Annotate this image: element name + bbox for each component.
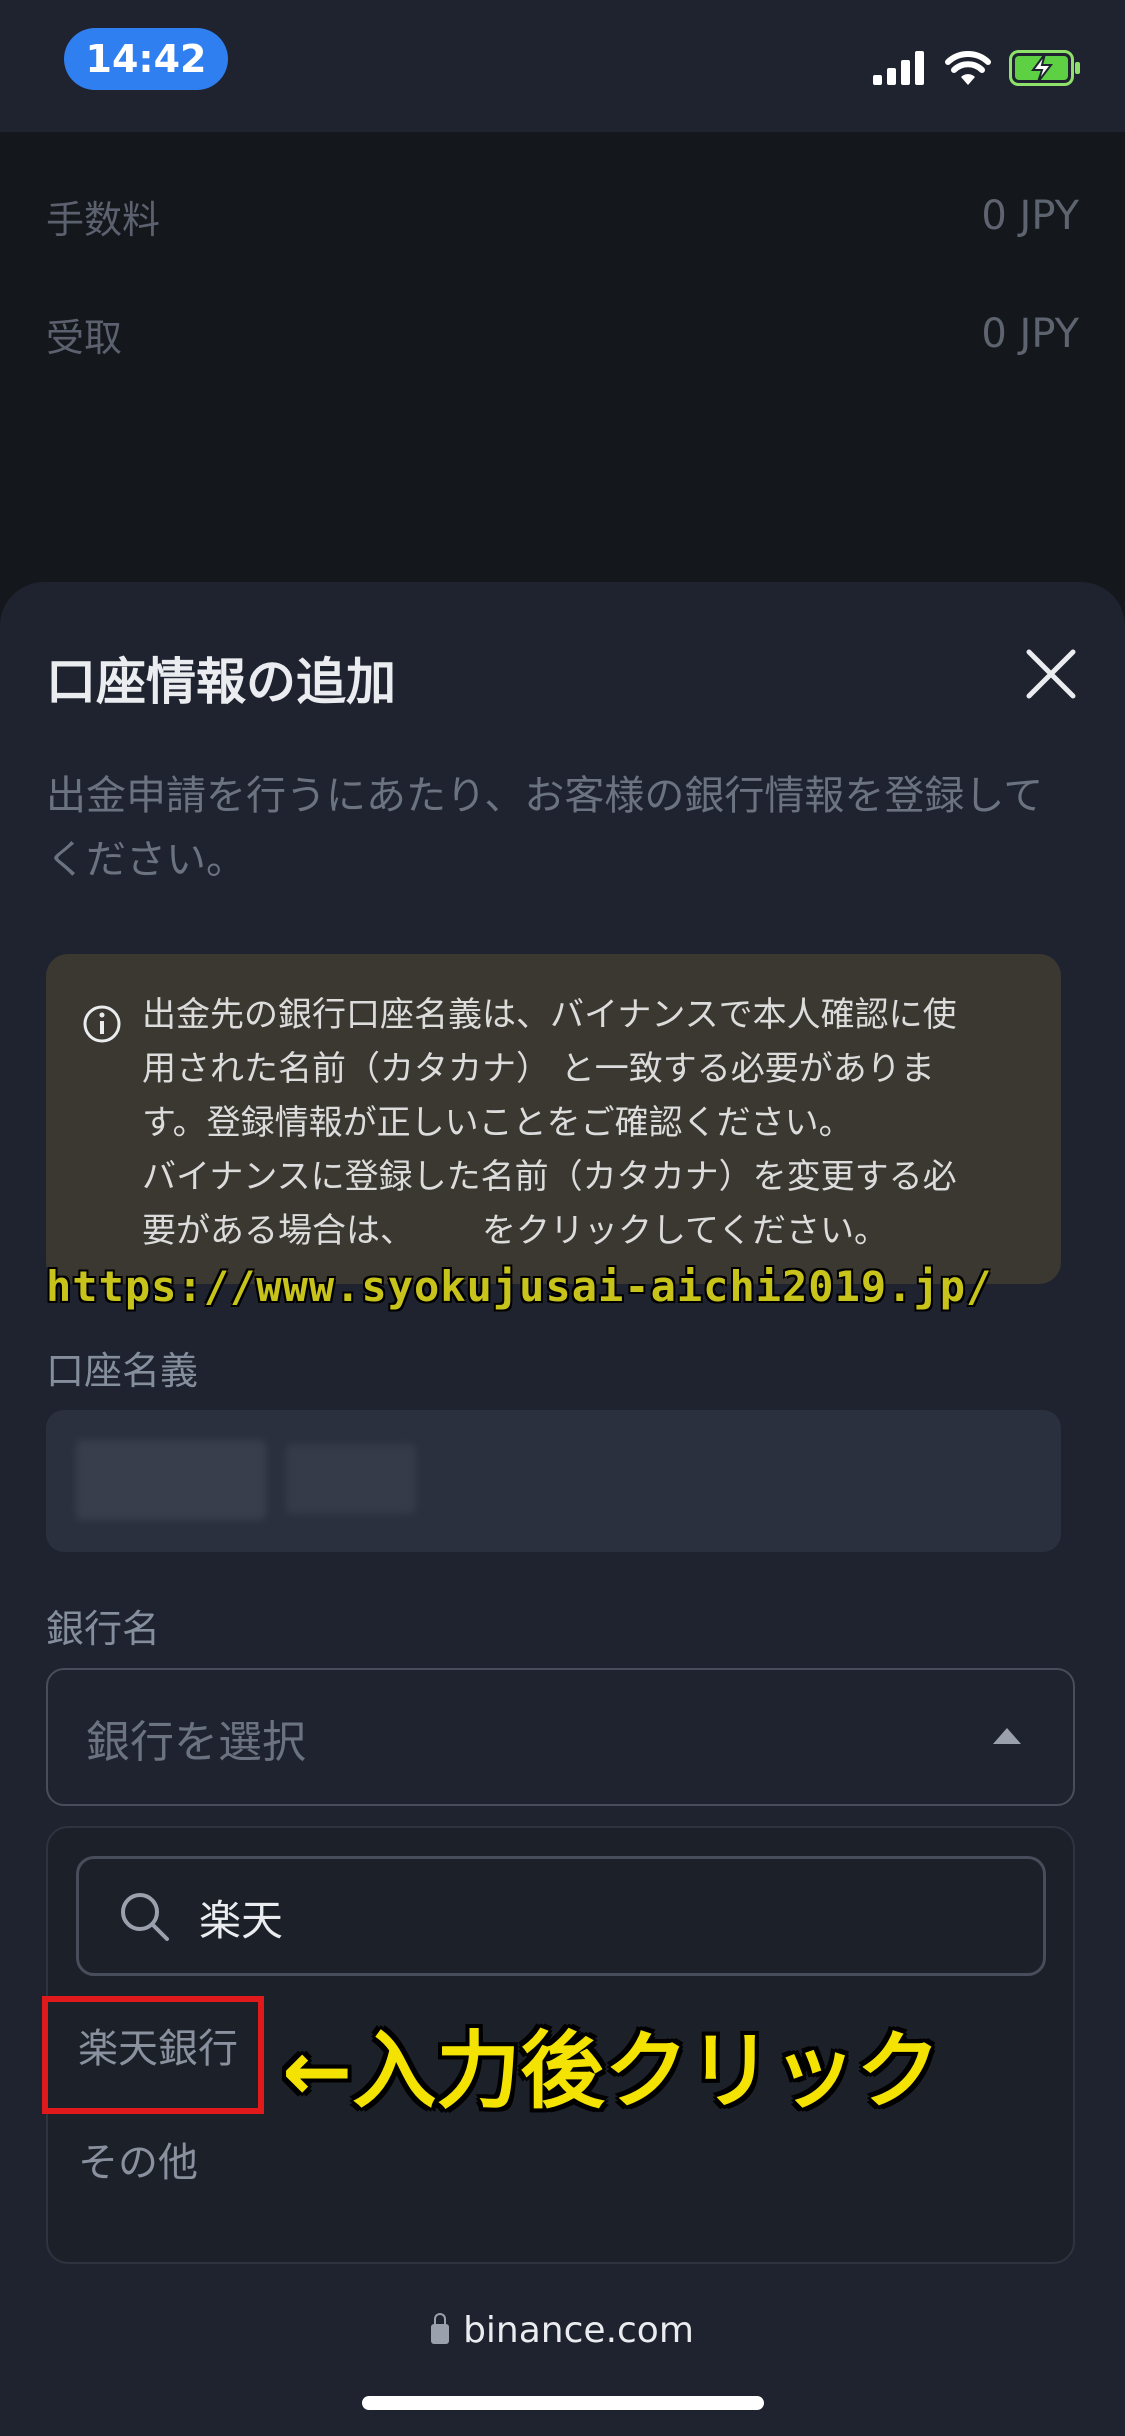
wifi-icon: [945, 51, 991, 85]
highlight-box: [42, 1996, 264, 2114]
receive-label: 受取: [46, 315, 123, 360]
sheet-description: 出金申請を行うにあたり、お客様の銀行情報を登録してください。: [46, 773, 1044, 883]
receive-value: 0 JPY: [981, 311, 1079, 357]
change-name-link[interactable]: ここ: [414, 1211, 482, 1251]
fee-label: 手数料: [46, 197, 161, 242]
notice-line: 用された名前（カタカナ） と一致する必要がありま: [142, 1049, 935, 1089]
account-name-label: 口座名義: [46, 1349, 199, 1393]
watermark-url: https://www.syokujusai-aichi2019.jp/: [46, 1262, 993, 1311]
blurred-name: [76, 1440, 266, 1520]
notice-line: 要がある場合は、ここをクリックしてください。: [142, 1204, 1042, 1258]
notice-line: 出金先の銀行口座名義は、バイナンスで本人確認に使: [142, 995, 957, 1035]
bank-select-placeholder: 銀行を選択: [86, 1717, 306, 1768]
search-icon: [121, 1893, 169, 1941]
bank-search-input[interactable]: 楽天: [76, 1856, 1046, 1976]
status-icons: [873, 48, 1081, 88]
browser-url-bar[interactable]: binance.com: [0, 2310, 1125, 2351]
bank-name-label: 銀行名: [46, 1607, 161, 1651]
status-time: 14:42: [64, 28, 228, 90]
close-icon[interactable]: [1023, 646, 1079, 702]
notice-text-part: 要がある場合は、: [142, 1211, 414, 1251]
sheet-title: 口座情報の追加: [46, 653, 396, 711]
signal-icon: [873, 51, 924, 85]
notice-box: 出金先の銀行口座名義は、バイナンスで本人確認に使 用された名前（カタカナ） と一…: [46, 954, 1061, 1284]
add-account-sheet: 口座情報の追加 出金申請を行うにあたり、お客様の銀行情報を登録してください。 出…: [0, 582, 1125, 2436]
lock-icon: [431, 2313, 450, 2344]
blurred-name: [286, 1444, 416, 1514]
account-name-field: [46, 1410, 1061, 1552]
bank-select[interactable]: 銀行を選択: [46, 1668, 1075, 1806]
url-domain: binance.com: [463, 2310, 694, 2351]
fee-value: 0 JPY: [981, 193, 1079, 239]
home-indicator[interactable]: [362, 2396, 764, 2410]
fee-row: 手数料 0 JPY: [46, 186, 1079, 246]
caret-up-icon: [993, 1728, 1021, 1744]
notice-text-part: をクリックしてください。: [482, 1211, 888, 1251]
bank-option-other[interactable]: その他: [78, 2130, 198, 2188]
receive-row: 受取 0 JPY: [46, 304, 1079, 364]
annotation-text: ←入力後クリック: [282, 2022, 941, 2120]
notice-line: す。登録情報が正しいことをご確認ください。: [142, 1103, 853, 1143]
battery-charging-icon: [1009, 50, 1080, 86]
notice-line: バイナンスに登録した名前（カタカナ）を変更する必: [142, 1157, 957, 1197]
notice-text: 出金先の銀行口座名義は、バイナンスで本人確認に使 用された名前（カタカナ） と一…: [142, 988, 1042, 1258]
status-bar: 14:42: [0, 0, 1125, 132]
search-value: 楽天: [199, 1896, 284, 1945]
info-icon: [83, 1005, 121, 1043]
